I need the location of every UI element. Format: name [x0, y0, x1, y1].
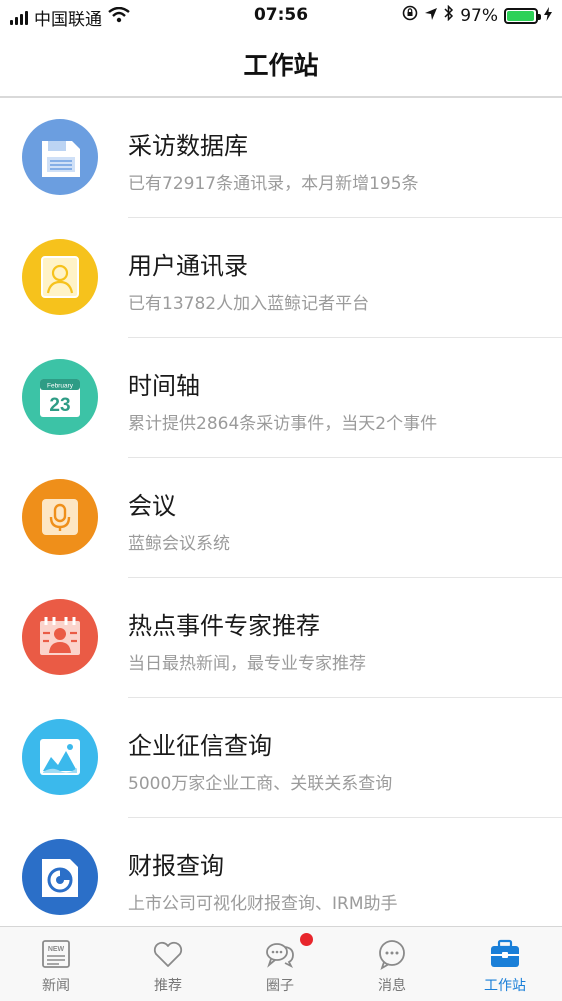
notification-badge — [300, 933, 313, 946]
expert-icon — [22, 599, 98, 675]
tab-label: 工作站 — [484, 978, 526, 994]
item-subtitle: 累计提供2864条采访事件，当天2个事件 — [128, 414, 438, 434]
briefcase-icon — [488, 937, 522, 971]
battery-percent: 97% — [460, 5, 498, 26]
item-title: 企业征信查询 — [128, 732, 272, 760]
list-item-user-contacts[interactable]: 用户通讯录 已有13782人加入蓝鲸记者平台 — [0, 218, 562, 338]
heart-icon — [151, 937, 185, 971]
tab-recommend[interactable]: 推荐 — [112, 927, 224, 1001]
orientation-lock-icon — [402, 5, 418, 26]
tab-messages[interactable]: 消息 — [336, 927, 448, 1001]
item-subtitle: 当日最热新闻，最专业专家推荐 — [128, 654, 366, 674]
bluetooth-icon — [444, 4, 454, 26]
item-subtitle: 上市公司可视化财报查询、IRM助手 — [128, 894, 398, 914]
item-title: 采访数据库 — [128, 132, 248, 160]
item-title: 热点事件专家推荐 — [128, 612, 320, 640]
battery-icon — [504, 7, 541, 24]
item-title: 用户通讯录 — [128, 252, 248, 280]
item-subtitle: 5000万家企业工商、关联关系查询 — [128, 774, 393, 794]
item-subtitle: 已有13782人加入蓝鲸记者平台 — [128, 294, 370, 314]
item-title: 会议 — [128, 492, 176, 520]
microphone-icon — [22, 479, 98, 555]
list-item-interview-database[interactable]: 采访数据库 已有72917条通讯录，本月新增195条 — [0, 98, 562, 218]
message-icon — [375, 937, 409, 971]
news-icon: NEW — [39, 937, 73, 971]
list-item-meeting[interactable]: 会议 蓝鲸会议系统 — [0, 458, 562, 578]
calendar-icon: February 23 — [22, 359, 98, 435]
status-bar: 中国联通 07:56 97% — [0, 0, 562, 32]
tab-label: 消息 — [378, 978, 406, 994]
contacts-icon — [22, 239, 98, 315]
database-icon — [22, 119, 98, 195]
list-item-timeline[interactable]: February 23 时间轴 累计提供2864条采访事件，当天2个事件 — [0, 338, 562, 458]
enterprise-icon — [22, 719, 98, 795]
tab-news[interactable]: NEW 新闻 — [0, 927, 112, 1001]
list-item-enterprise-credit[interactable]: 企业征信查询 5000万家企业工商、关联关系查询 — [0, 698, 562, 818]
tab-workstation[interactable]: 工作站 — [448, 927, 562, 1001]
chat-bubbles-icon — [263, 937, 297, 971]
navigation-bar: 工作站 — [0, 32, 562, 98]
page-title: 工作站 — [243, 51, 319, 80]
location-icon — [424, 6, 438, 26]
tab-label: 推荐 — [154, 978, 182, 994]
calendar-day-text: 23 — [49, 395, 70, 416]
workstation-list[interactable]: 采访数据库 已有72917条通讯录，本月新增195条 用户通讯录 已有13782… — [0, 98, 562, 926]
item-subtitle: 蓝鲸会议系统 — [128, 534, 230, 554]
item-title: 财报查询 — [128, 852, 224, 880]
news-icon-text: NEW — [48, 946, 65, 953]
list-item-hot-event-experts[interactable]: 热点事件专家推荐 当日最热新闻，最专业专家推荐 — [0, 578, 562, 698]
financial-report-icon — [22, 839, 98, 915]
item-title: 时间轴 — [128, 372, 200, 400]
item-subtitle: 已有72917条通讯录，本月新增195条 — [128, 174, 419, 194]
tab-label: 圈子 — [266, 978, 294, 994]
charging-icon — [544, 6, 552, 26]
tab-bar: NEW 新闻 推荐 圈子 消息 工作站 — [0, 926, 562, 1001]
tab-circle[interactable]: 圈子 — [224, 927, 336, 1001]
tab-label: 新闻 — [42, 978, 70, 994]
list-item-financial-report[interactable]: 财报查询 上市公司可视化财报查询、IRM助手 — [0, 818, 562, 926]
calendar-month-text: February — [47, 383, 74, 390]
